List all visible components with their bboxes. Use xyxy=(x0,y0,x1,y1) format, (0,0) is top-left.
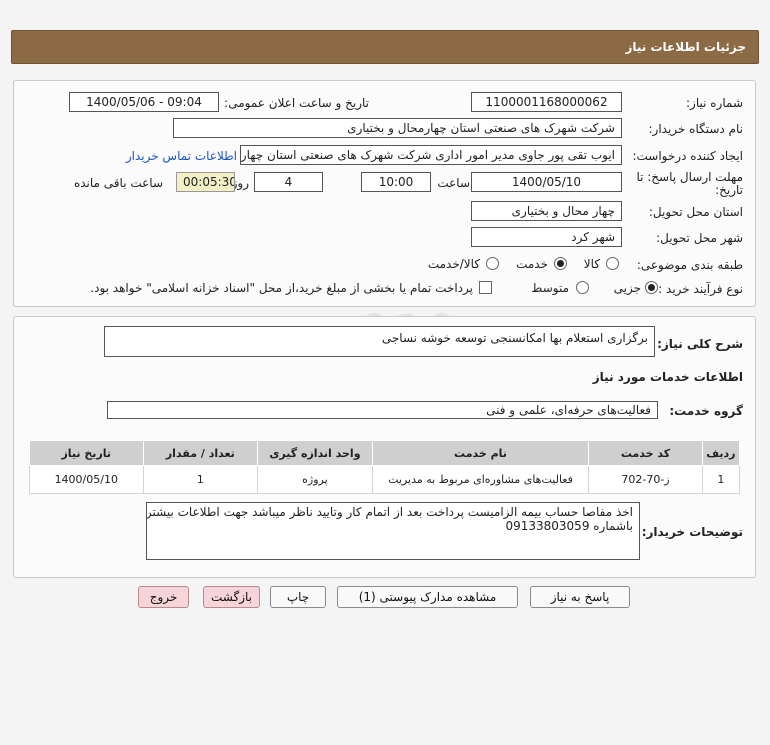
buyer-contact-link[interactable]: اطلاعات تماس خریدار xyxy=(126,149,237,163)
category-option-goods: کالا xyxy=(583,257,600,271)
requester-field: ایوب تقی پور جاوی مدیر امور اداری شرکت ش… xyxy=(240,145,622,165)
cell-row-number: 1 xyxy=(701,465,741,494)
exit-button[interactable]: خروج xyxy=(138,586,189,608)
description-field: برگزاری استعلام بها امکانسنجی توسعه خوشه… xyxy=(104,326,655,357)
header-bar: جزئیات اطلاعات نیاز xyxy=(11,30,759,64)
deadline-date-field: 1400/05/10 xyxy=(471,172,622,192)
delivery-city-label: شهر محل تحویل: xyxy=(656,231,743,245)
delivery-province-label: استان محل تحویل: xyxy=(648,205,743,219)
cell-unit: پروژه xyxy=(257,465,373,494)
announce-datetime-label: تاریخ و ساعت اعلان عمومی: xyxy=(224,96,369,110)
cell-need-date: 1400/05/10 xyxy=(29,465,144,494)
table-header-row: ردیف کد خدمت نام خدمت واحد اندازه گیری ت… xyxy=(29,440,741,466)
process-option-medium: متوسط xyxy=(531,281,569,295)
category-label: طبقه بندی موضوعی: xyxy=(636,258,743,272)
announce-datetime-field: 1400/05/06 - 09:04 xyxy=(69,92,219,112)
reply-button[interactable]: پاسخ به نیاز xyxy=(530,586,630,608)
services-table: ردیف کد خدمت نام خدمت واحد اندازه گیری ت… xyxy=(29,440,741,494)
deadline-label-line2: تاریخ: xyxy=(715,183,743,197)
page-title: جزئیات اطلاعات نیاز xyxy=(625,40,746,54)
remaining-time-label: ساعت باقی مانده xyxy=(73,176,163,190)
need-number-label: شماره نیاز: xyxy=(686,96,743,110)
description-label: شرح کلی نیاز: xyxy=(657,337,743,351)
service-group-field: فعالیت‌های حرفه‌ای، علمی و فنی xyxy=(107,401,658,419)
category-option-goods-service: کالا/خدمت xyxy=(427,257,480,271)
remaining-time-field: 00:05:30 xyxy=(176,172,235,192)
cell-service-code: ز-70-702 xyxy=(588,465,703,494)
cell-quantity: 1 xyxy=(142,465,259,494)
category-radio-service[interactable] xyxy=(554,257,567,270)
buyer-notes-field: اخذ مفاصا حساب بیمه الزامیست پرداخت بعد … xyxy=(146,502,640,560)
deadline-time-field: 10:00 xyxy=(361,172,431,192)
col-service-code: کد خدمت xyxy=(588,440,703,466)
delivery-city-field: شهر کرد xyxy=(471,227,622,247)
col-unit: واحد اندازه گیری xyxy=(257,440,373,466)
treasury-payment-checkbox[interactable] xyxy=(479,281,492,294)
delivery-province-field: چهار محال و بختیاری xyxy=(471,201,622,221)
treasury-payment-note: پرداخت تمام یا بخشی از مبلغ خرید،از محل … xyxy=(90,281,473,295)
buyer-notes-line-2: باشماره 09133803059 xyxy=(505,519,633,533)
table-row: 1 ز-70-702 فعالیت‌های مشاوره‌ای مربوط به… xyxy=(29,465,741,494)
process-option-minor: جزیی xyxy=(613,281,641,295)
process-radio-medium[interactable] xyxy=(576,281,589,294)
back-button[interactable]: بازگشت xyxy=(203,586,260,608)
buyer-notes-line-1: اخذ مفاصا حساب بیمه الزامیست پرداخت بعد … xyxy=(146,505,633,519)
need-info-panel xyxy=(13,80,756,307)
cell-service-name: فعالیت‌های مشاوره‌ای مربوط به مدیریت xyxy=(371,465,590,494)
col-service-name: نام خدمت xyxy=(371,440,590,466)
buyer-org-field: شرکت شهرک های صنعتی استان چهارمحال و بخت… xyxy=(173,118,622,138)
category-radio-goods-service[interactable] xyxy=(486,257,499,270)
buyer-org-label: نام دستگاه خریدار: xyxy=(648,122,744,136)
col-quantity: تعداد / مقدار xyxy=(142,440,259,466)
service-group-label: گروه خدمت: xyxy=(669,404,743,418)
print-button[interactable]: چاپ xyxy=(270,586,326,608)
deadline-label-line1: مهلت ارسال پاسخ: تا xyxy=(636,170,743,184)
category-radio-goods[interactable] xyxy=(606,257,619,270)
view-attachments-button[interactable]: مشاهده مدارک پیوستی (1) xyxy=(337,586,518,608)
process-type-label: نوع فرآیند خرید : xyxy=(658,282,743,296)
deadline-time-label: ساعت xyxy=(437,176,470,190)
category-option-service: خدمت xyxy=(516,257,548,271)
services-section-title: اطلاعات خدمات مورد نیاز xyxy=(592,370,743,384)
requester-label: ایجاد کننده درخواست: xyxy=(632,149,743,163)
deadline-days-field: 4 xyxy=(254,172,323,192)
need-number-field: 1100001168000062 xyxy=(471,92,622,112)
col-row-number: ردیف xyxy=(701,440,741,466)
process-radio-minor[interactable] xyxy=(645,281,658,294)
buyer-notes-label: توضیحات خریدار: xyxy=(641,525,743,539)
col-need-date: تاریخ نیاز xyxy=(29,440,144,466)
